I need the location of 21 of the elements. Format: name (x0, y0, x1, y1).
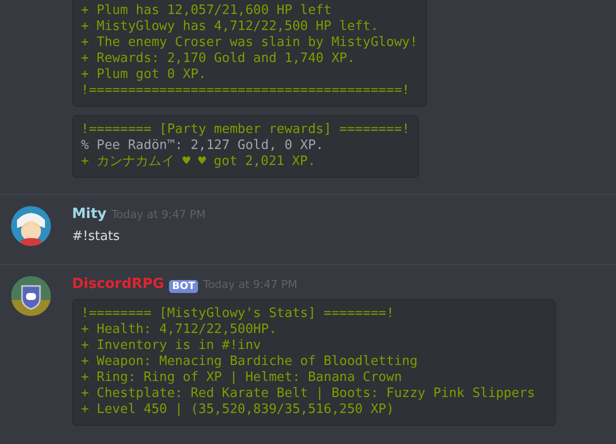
code-line: !======== [Party member rewards] ========! (81, 122, 410, 138)
code-line: + Level 450 | (35,520,839/35,516,250 XP) (81, 402, 396, 418)
code-line: + MistyGlowy has 4,712/22,500 HP left. (81, 19, 380, 35)
code-line: + カンナカムイ ♥ ♥ got 2,021 XP. (81, 154, 317, 170)
code-line: + Rewards: 2,170 Gold and 1,740 XP. (81, 51, 356, 67)
code-line: % Pee Radön™: 2,127 Gold, 0 XP. (81, 138, 325, 154)
code-line: + Health: 4,712/22,500HP. (81, 322, 278, 338)
bot-tag: BOT (169, 280, 198, 292)
code-line: + Inventory is in #!inv (81, 338, 262, 354)
bot-avatar[interactable] (11, 276, 51, 316)
message-text: #!stats (72, 228, 121, 246)
code-line: !========================================! (81, 83, 411, 99)
code-line: + Plum got 0 XP. (81, 67, 208, 83)
code-line: + Weapon: Menacing Bardiche of Bloodletting (81, 354, 419, 370)
author-name[interactable]: Mity (72, 206, 107, 222)
code-line: + Plum has 12,057/21,600 HP left (81, 3, 332, 19)
code-line: + Chestplate: Red Karate Belt | Boots: Fuzzy Pink Slippers (81, 386, 535, 402)
code-line: + The enemy Croser was slain by MistyGlowy! (81, 35, 418, 51)
user-avatar[interactable] (11, 206, 51, 246)
code-line: !======== [MistyGlowy's Stats] ========! (81, 306, 396, 322)
code-line: + Ring: Ring of XP | Helmet: Banana Crown (81, 370, 403, 386)
